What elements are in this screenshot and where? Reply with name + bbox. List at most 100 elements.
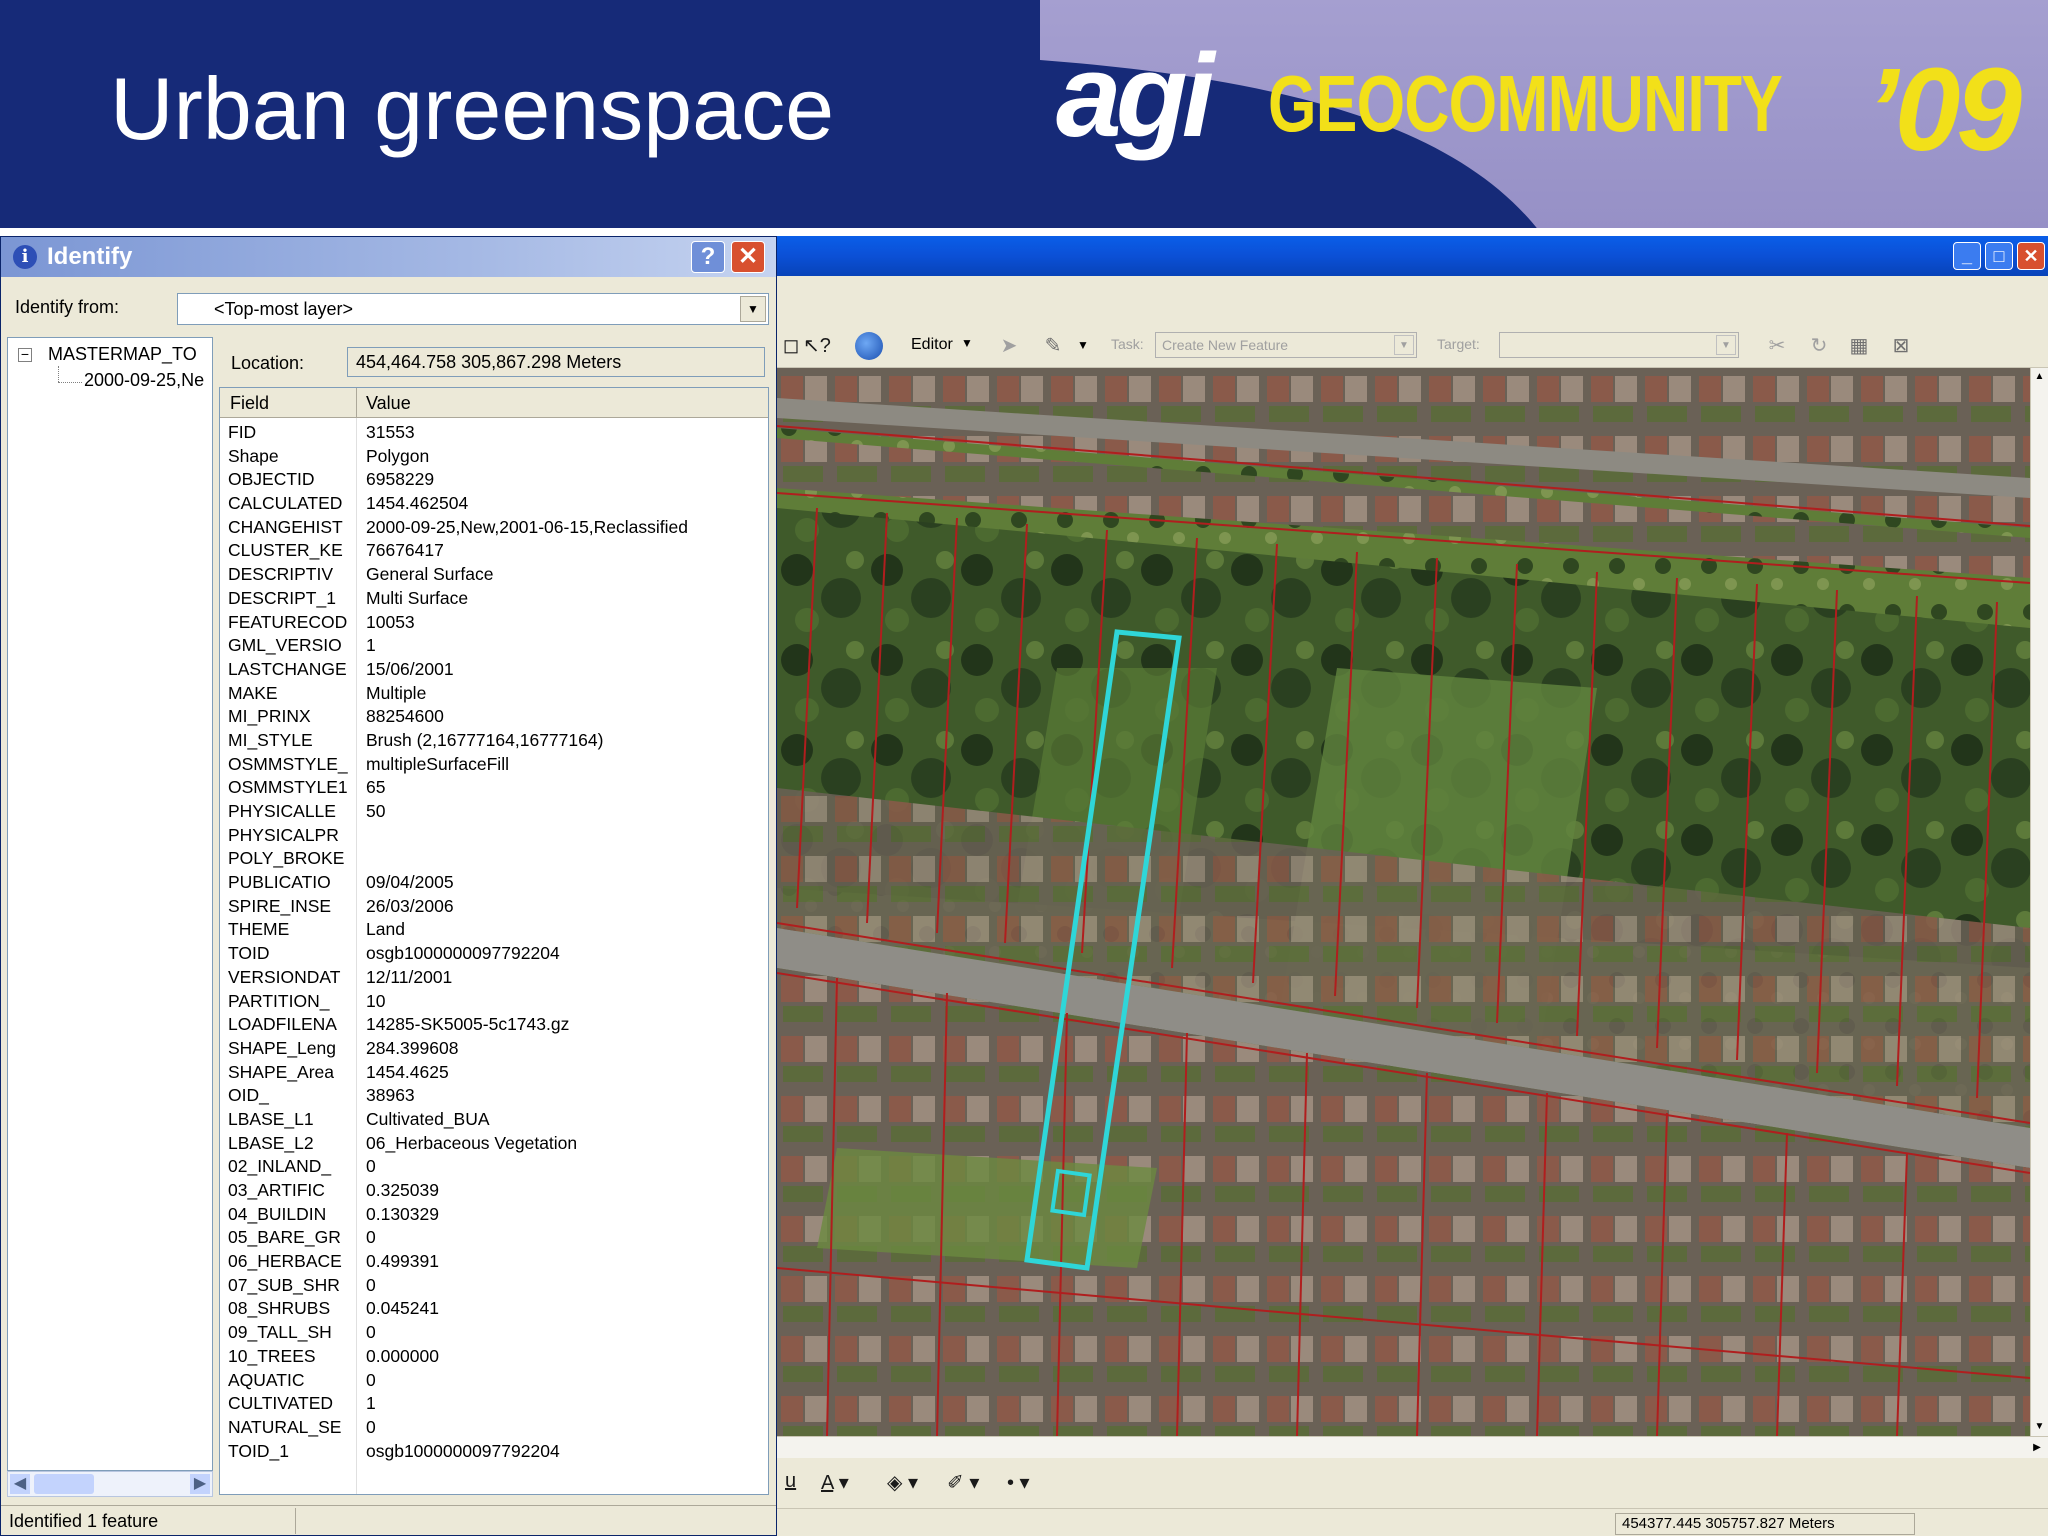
close-button[interactable]: ✕ xyxy=(2017,242,2045,270)
table-row[interactable]: 10_TREES 0.000000 xyxy=(220,1344,768,1368)
task-dropdown[interactable]: Create New Feature ▼ xyxy=(1155,332,1417,358)
chevron-down-icon[interactable]: ▼ xyxy=(1716,335,1736,355)
map-view[interactable] xyxy=(777,368,2030,1436)
table-row[interactable]: OSMMSTYLE1 65 xyxy=(220,775,768,799)
table-row[interactable]: PHYSICALLE 50 xyxy=(220,799,768,823)
table-row[interactable]: MI_PRINX 88254600 xyxy=(220,704,768,728)
aerial-map[interactable] xyxy=(777,368,2030,1436)
table-row[interactable]: DESCRIPTIV General Surface xyxy=(220,562,768,586)
font-color-icon[interactable]: A ▾ xyxy=(821,1470,849,1495)
identify-titlebar[interactable]: i Identify ? ✕ xyxy=(1,237,776,277)
table-row[interactable]: CHANGEHIST 2000-09-25,New,2001-06-15,Recl… xyxy=(220,515,768,539)
attributes-icon[interactable]: ▦ xyxy=(1845,332,1873,360)
row-field-value: 0 xyxy=(366,1322,376,1343)
table-row[interactable]: VERSIONDAT 12/11/2001 xyxy=(220,965,768,989)
table-row[interactable]: PHYSICALPR xyxy=(220,823,768,847)
table-row[interactable]: CALCULATED 1454.462504 xyxy=(220,491,768,515)
table-row[interactable]: SHAPE_Area 1454.4625 xyxy=(220,1060,768,1084)
rotate-tool-icon[interactable]: ↻ xyxy=(1805,332,1833,360)
chevron-down-icon[interactable]: ▼ xyxy=(740,296,766,322)
table-row[interactable]: OID_ 38963 xyxy=(220,1083,768,1107)
minimize-button[interactable]: _ xyxy=(1953,242,1981,270)
tree-item-layer[interactable]: MASTERMAP_TO xyxy=(48,344,197,365)
column-divider[interactable] xyxy=(356,388,357,418)
scroll-down-icon[interactable]: ▼ xyxy=(2031,1418,2048,1436)
chevron-down-icon[interactable]: ▼ xyxy=(1394,335,1414,355)
table-row[interactable]: SPIRE_INSE 26/03/2006 xyxy=(220,894,768,918)
table-row[interactable]: THEME Land xyxy=(220,917,768,941)
line-color-icon[interactable]: ✐ ▾ xyxy=(947,1470,979,1495)
table-row[interactable]: OBJECTID 6958229 xyxy=(220,467,768,491)
table-row[interactable]: PARTITION_ 10 xyxy=(220,989,768,1013)
maximize-button[interactable]: □ xyxy=(1985,242,2013,270)
table-row[interactable]: NATURAL_SE 0 xyxy=(220,1415,768,1439)
location-value: 454,464.758 305,867.298 Meters xyxy=(356,352,622,372)
scroll-up-icon[interactable]: ▲ xyxy=(2031,368,2048,386)
table-row[interactable]: CLUSTER_KE 76676417 xyxy=(220,538,768,562)
table-row[interactable]: 07_SUB_SHR 0 xyxy=(220,1273,768,1297)
row-field-name: DESCRIPT_1 xyxy=(228,587,336,608)
close-button[interactable]: ✕ xyxy=(731,241,765,273)
row-field-name: Shape xyxy=(228,445,279,466)
table-row[interactable]: LOADFILENA 14285-SK5005-5c1743.gz xyxy=(220,1012,768,1036)
table-row[interactable]: LBASE_L2 06_Herbaceous Vegetation xyxy=(220,1131,768,1155)
table-row[interactable]: TOID_1 osgb1000000097792204 xyxy=(220,1439,768,1463)
table-row[interactable]: 02_INLAND_ 0 xyxy=(220,1154,768,1178)
row-field-value: General Surface xyxy=(366,564,494,585)
table-row[interactable]: MI_STYLE Brush (2,16777164,16777164) xyxy=(220,728,768,752)
scrollbar-thumb[interactable] xyxy=(34,1474,94,1494)
globe-icon[interactable] xyxy=(855,332,883,360)
editor-menu[interactable]: Editor xyxy=(911,336,953,354)
scroll-right-icon[interactable]: ▶ xyxy=(190,1474,210,1494)
table-row[interactable]: CULTIVATED 1 xyxy=(220,1391,768,1415)
tree-collapse-icon[interactable]: − xyxy=(18,347,32,362)
table-row[interactable]: 08_SHRUBS 0.045241 xyxy=(220,1296,768,1320)
split-tool-icon[interactable]: ✂ xyxy=(1763,332,1791,360)
arcmap-titlebar[interactable]: _ □ ✕ xyxy=(777,236,2048,276)
map-vertical-scrollbar[interactable]: ▲ ▼ xyxy=(2030,368,2048,1436)
table-row[interactable]: MAKE Multiple xyxy=(220,681,768,705)
help-button[interactable]: ? xyxy=(691,241,725,273)
chevron-down-icon[interactable]: ▼ xyxy=(961,336,973,350)
row-field-value: 1454.4625 xyxy=(366,1061,449,1082)
table-row[interactable]: SHAPE_Leng 284.399608 xyxy=(220,1036,768,1060)
table-row[interactable]: 05_BARE_GR 0 xyxy=(220,1225,768,1249)
table-row[interactable]: GML_VERSIO 1 xyxy=(220,633,768,657)
table-row[interactable]: POLY_BROKE xyxy=(220,846,768,870)
table-row[interactable]: LBASE_L1 Cultivated_BUA xyxy=(220,1107,768,1131)
tree-horizontal-scrollbar[interactable]: ◀ ▶ xyxy=(7,1471,213,1497)
row-field-name: PHYSICALPR xyxy=(228,824,339,845)
column-header-field[interactable]: Field xyxy=(230,393,269,414)
tree-item-feature[interactable]: 2000-09-25,Ne xyxy=(84,370,204,391)
scroll-right-icon[interactable]: ▶ xyxy=(2028,1439,2046,1457)
status-text: Identified 1 feature xyxy=(9,1511,159,1531)
table-row[interactable]: 04_BUILDIN 0.130329 xyxy=(220,1202,768,1226)
table-row[interactable]: 06_HERBACE 0.499391 xyxy=(220,1249,768,1273)
table-row[interactable]: DESCRIPT_1 Multi Surface xyxy=(220,586,768,610)
location-field[interactable]: 454,464.758 305,867.298 Meters xyxy=(347,347,765,377)
identify-from-dropdown[interactable]: <Top-most layer> ▼ xyxy=(177,293,769,325)
fill-color-icon[interactable]: ◈ ▾ xyxy=(887,1470,918,1495)
table-row[interactable]: TOID osgb1000000097792204 xyxy=(220,941,768,965)
table-row[interactable]: FID 31553 xyxy=(220,420,768,444)
map-horizontal-scrollbar[interactable]: ▶ xyxy=(777,1436,2048,1458)
whats-this-icon[interactable]: ↖? xyxy=(803,332,831,360)
scroll-left-icon[interactable]: ◀ xyxy=(10,1474,30,1494)
table-row[interactable]: PUBLICATIO 09/04/2005 xyxy=(220,870,768,894)
chevron-down-icon[interactable]: ▼ xyxy=(1077,338,1089,352)
edit-tool-icon[interactable]: ➤ xyxy=(995,332,1023,360)
column-header-value[interactable]: Value xyxy=(366,393,411,414)
sketch-pencil-icon[interactable]: ✎ xyxy=(1039,332,1067,360)
table-row[interactable]: Shape Polygon xyxy=(220,444,768,468)
sketch-properties-icon[interactable]: ⊠ xyxy=(1887,332,1915,360)
marker-color-icon[interactable]: • ▾ xyxy=(1007,1470,1030,1495)
table-row[interactable]: 09_TALL_SH 0 xyxy=(220,1320,768,1344)
table-row[interactable]: OSMMSTYLE_ multipleSurfaceFill xyxy=(220,752,768,776)
table-row[interactable]: 03_ARTIFIC 0.325039 xyxy=(220,1178,768,1202)
table-row[interactable]: LASTCHANGE 15/06/2001 xyxy=(220,657,768,681)
toolbar-edge-icon[interactable]: ◻ xyxy=(777,332,805,360)
table-row[interactable]: FEATURECOD 10053 xyxy=(220,610,768,634)
target-dropdown[interactable]: ▼ xyxy=(1499,332,1739,358)
table-row[interactable]: AQUATIC 0 xyxy=(220,1368,768,1392)
underline-icon[interactable]: u xyxy=(785,1470,796,1493)
